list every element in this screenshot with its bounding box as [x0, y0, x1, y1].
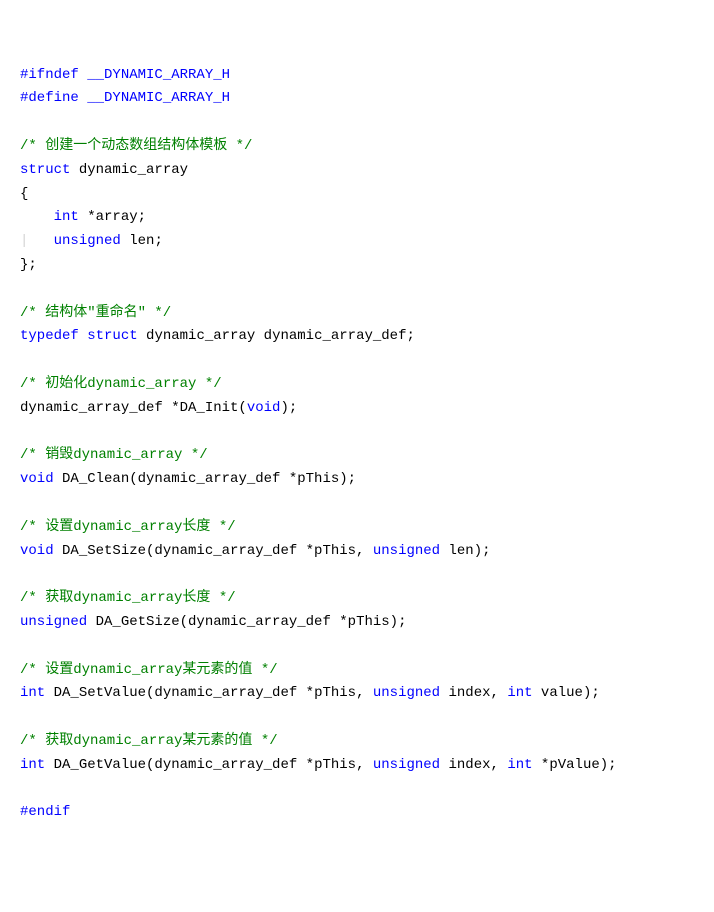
comment: /* 创建一个动态数组结构体模板 */ [20, 138, 252, 154]
function-decl: DA_Clean(dynamic_array_def *pThis); [54, 471, 356, 487]
member-decl: *array; [79, 209, 146, 225]
indent [20, 209, 54, 225]
comment: /* 获取dynamic_array某元素的值 */ [20, 733, 278, 749]
code-text: value); [533, 685, 600, 701]
keyword: void [20, 471, 54, 487]
code-text [79, 90, 87, 106]
struct-name: dynamic_array [70, 162, 188, 178]
keyword: unsigned [20, 614, 87, 630]
typedef-decl: dynamic_array dynamic_array_def; [138, 328, 415, 344]
comment: /* 获取dynamic_array长度 */ [20, 590, 236, 606]
keyword: unsigned [54, 233, 121, 249]
indent [28, 233, 53, 249]
code-text: ); [280, 400, 297, 416]
keyword: struct [87, 328, 137, 344]
comment: /* 结构体"重命名" */ [20, 305, 171, 321]
comment: /* 设置dynamic_array长度 */ [20, 519, 236, 535]
brace: { [20, 186, 28, 202]
code-text: index, [440, 685, 507, 701]
member-decl: len; [121, 233, 163, 249]
keyword: struct [20, 162, 70, 178]
macro-name: __DYNAMIC_ARRAY_H [87, 67, 230, 83]
function-decl: dynamic_array_def *DA_Init( [20, 400, 247, 416]
function-decl: DA_SetSize(dynamic_array_def *pThis, [54, 543, 373, 559]
function-decl: DA_SetValue(dynamic_array_def *pThis, [45, 685, 373, 701]
keyword: void [20, 543, 54, 559]
preprocessor-directive: #define [20, 90, 79, 106]
keyword: typedef [20, 328, 79, 344]
keyword: unsigned [373, 543, 440, 559]
macro-name: __DYNAMIC_ARRAY_H [87, 90, 230, 106]
preprocessor-directive: #ifndef [20, 67, 79, 83]
preprocessor-directive: #endif [20, 804, 70, 820]
keyword: unsigned [373, 685, 440, 701]
code-text [79, 328, 87, 344]
code-text: len); [440, 543, 490, 559]
comment: /* 销毁dynamic_array */ [20, 447, 208, 463]
keyword: int [54, 209, 79, 225]
comment: /* 设置dynamic_array某元素的值 */ [20, 662, 278, 678]
function-decl: DA_GetSize(dynamic_array_def *pThis); [87, 614, 406, 630]
keyword: int [20, 685, 45, 701]
keyword: int [507, 685, 532, 701]
keyword: void [247, 400, 281, 416]
code-block: #ifndef __DYNAMIC_ARRAY_H #define __DYNA… [20, 64, 694, 826]
comment: /* 初始化dynamic_array */ [20, 376, 222, 392]
code-text [79, 67, 87, 83]
brace: }; [20, 257, 37, 273]
